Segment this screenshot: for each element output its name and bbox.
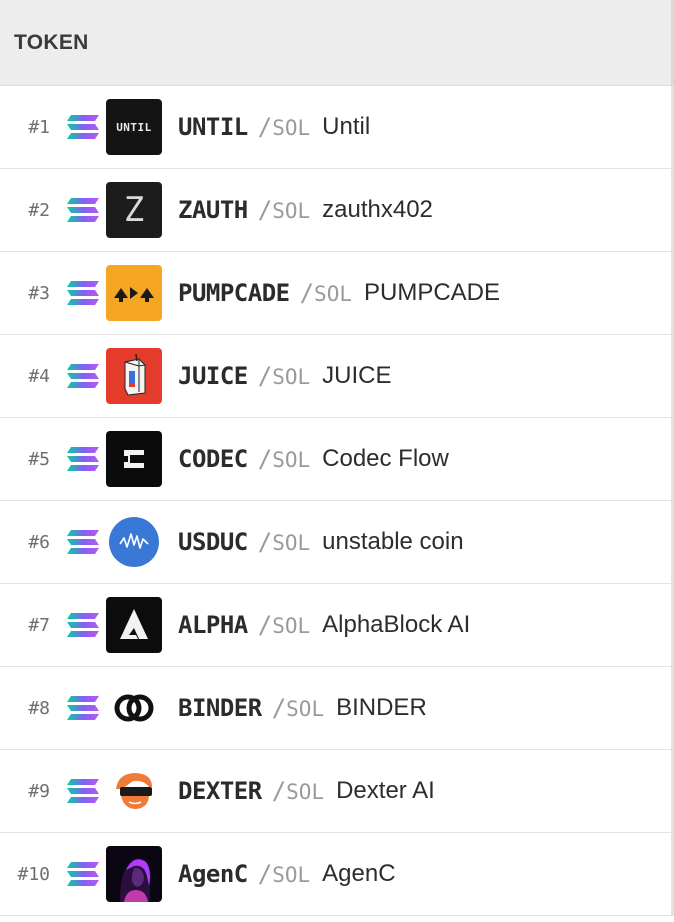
dexter-logo bbox=[106, 763, 162, 819]
pair-slash: / bbox=[257, 196, 273, 224]
solana-icon bbox=[64, 196, 102, 224]
token-symbol[interactable]: UNTIL bbox=[178, 113, 248, 141]
rank-label: #8 bbox=[28, 697, 50, 719]
zauth-logo: Z bbox=[106, 182, 162, 238]
juice-box-logo bbox=[106, 348, 162, 404]
token-row[interactable]: #7 ALPHA/SOL AlphaBlock AI bbox=[0, 584, 674, 667]
pair-slash: / bbox=[257, 611, 273, 639]
token-name: unstable coin bbox=[322, 528, 464, 555]
token-symbol[interactable]: USDUC bbox=[178, 528, 248, 556]
pumpcade-logo bbox=[106, 265, 162, 321]
pair-slash: / bbox=[299, 279, 315, 307]
token-name: JUICE bbox=[322, 362, 392, 389]
token-row[interactable]: #4 JUICE/SOL JUICE bbox=[0, 335, 674, 418]
agenc-logo bbox=[106, 846, 162, 902]
quote-pair: /SOL bbox=[272, 777, 324, 805]
pair-slash: / bbox=[257, 860, 273, 888]
pair-slash: / bbox=[257, 528, 273, 556]
rank-label: #1 bbox=[28, 116, 50, 138]
pair-slash: / bbox=[257, 113, 273, 141]
binder-logo bbox=[106, 680, 162, 736]
quote-symbol: SOL bbox=[272, 365, 311, 389]
until-logo: UNTIL bbox=[106, 99, 162, 155]
token-name: Until bbox=[322, 113, 371, 140]
quote-pair: /SOL bbox=[300, 279, 352, 307]
quote-pair: /SOL bbox=[258, 860, 310, 888]
rank-label: #3 bbox=[28, 282, 50, 304]
token-name: Dexter AI bbox=[336, 777, 435, 804]
token-name: Codec Flow bbox=[322, 445, 449, 472]
until-logo-text: UNTIL bbox=[116, 120, 152, 134]
rank-label: #10 bbox=[17, 863, 50, 885]
token-symbol[interactable]: BINDER bbox=[178, 694, 262, 722]
token-column-header[interactable]: TOKEN bbox=[14, 31, 89, 55]
token-table: TOKEN #1 UNTIL UNTIL/SOL Until #2 Z ZAUTH/SOL z… bbox=[0, 0, 674, 922]
token-symbol[interactable]: ALPHA bbox=[178, 611, 248, 639]
solana-icon bbox=[64, 860, 102, 888]
zauth-logo-text: Z bbox=[123, 190, 145, 230]
solana-icon bbox=[64, 279, 102, 307]
token-row[interactable]: #3 PUMPCADE/SOL PUMPCADE bbox=[0, 252, 674, 335]
token-name: AlphaBlock AI bbox=[322, 611, 471, 638]
solana-icon bbox=[64, 362, 102, 390]
quote-pair: /SOL bbox=[258, 611, 310, 639]
rank-label: #5 bbox=[28, 448, 50, 470]
token-symbol[interactable]: JUICE bbox=[178, 362, 248, 390]
quote-symbol: SOL bbox=[286, 780, 325, 804]
rank-label: #9 bbox=[28, 780, 50, 802]
quote-symbol: SOL bbox=[272, 448, 311, 472]
token-row[interactable]: #6 USDUC/SOL unstable coin bbox=[0, 501, 674, 584]
quote-symbol: SOL bbox=[272, 863, 311, 887]
quote-symbol: SOL bbox=[314, 282, 352, 306]
rank-label: #7 bbox=[28, 614, 50, 636]
token-symbol[interactable]: ZAUTH bbox=[178, 196, 248, 224]
rank-label: #4 bbox=[28, 365, 50, 387]
quote-symbol: SOL bbox=[272, 116, 311, 140]
solana-icon bbox=[64, 113, 102, 141]
token-name: BINDER bbox=[336, 694, 427, 721]
token-name: AgenC bbox=[322, 860, 396, 887]
solana-icon bbox=[64, 611, 102, 639]
quote-symbol: SOL bbox=[272, 531, 311, 555]
token-symbol[interactable]: DEXTER bbox=[178, 777, 262, 805]
pair-slash: / bbox=[271, 694, 287, 722]
quote-pair: /SOL bbox=[258, 113, 310, 141]
solana-icon bbox=[64, 777, 102, 805]
quote-pair: /SOL bbox=[258, 445, 310, 473]
token-row[interactable]: #1 UNTIL UNTIL/SOL Until bbox=[0, 86, 674, 169]
solana-icon bbox=[64, 445, 102, 473]
rank-label: #6 bbox=[28, 531, 50, 553]
solana-icon bbox=[64, 528, 102, 556]
quote-symbol: SOL bbox=[272, 614, 311, 638]
quote-pair: /SOL bbox=[258, 196, 310, 224]
token-name: PUMPCADE bbox=[363, 279, 501, 306]
quote-pair: /SOL bbox=[272, 694, 324, 722]
table-header: TOKEN bbox=[0, 0, 674, 86]
quote-symbol: SOL bbox=[272, 199, 311, 223]
token-row[interactable]: #5 CODEC/SOL Codec Flow bbox=[0, 418, 674, 501]
codec-logo bbox=[106, 431, 162, 487]
token-rows: #1 UNTIL UNTIL/SOL Until #2 Z ZAUTH/SOL zauthx4… bbox=[0, 86, 674, 916]
quote-pair: /SOL bbox=[258, 362, 310, 390]
pair-slash: / bbox=[271, 777, 287, 805]
token-row[interactable]: #10 AgenC/SOL AgenC bbox=[0, 833, 674, 916]
pair-slash: / bbox=[257, 362, 273, 390]
usduc-logo bbox=[106, 514, 162, 570]
token-row[interactable]: #2 Z ZAUTH/SOL zauthx402 bbox=[0, 169, 674, 252]
solana-icon bbox=[64, 694, 102, 722]
quote-pair: /SOL bbox=[258, 528, 310, 556]
token-symbol[interactable]: AgenC bbox=[178, 860, 248, 888]
token-row[interactable]: #9 DEXTER/SOL Dexter AI bbox=[0, 750, 674, 833]
quote-symbol: SOL bbox=[286, 697, 325, 721]
token-symbol[interactable]: CODEC bbox=[178, 445, 248, 473]
alphablock-logo bbox=[106, 597, 162, 653]
token-symbol[interactable]: PUMPCADE bbox=[178, 279, 290, 307]
rank-label: #2 bbox=[28, 199, 50, 221]
pair-slash: / bbox=[257, 445, 273, 473]
token-name: zauthx402 bbox=[322, 196, 433, 223]
token-row[interactable]: #8 BINDER/SOL BINDER bbox=[0, 667, 674, 750]
